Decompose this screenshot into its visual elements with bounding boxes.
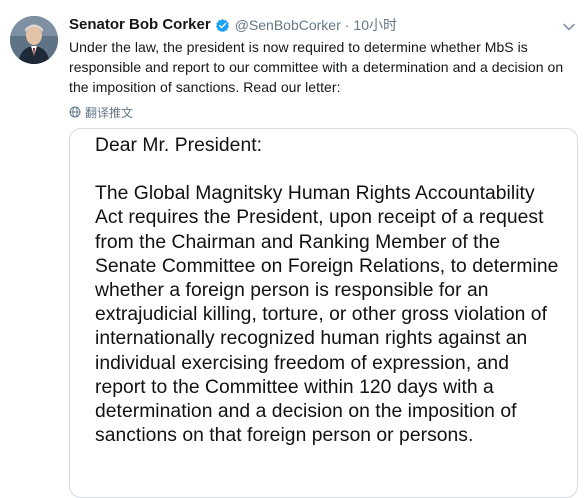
letter-salutation: Dear Mr. President: (95, 135, 263, 156)
separator-dot: · (344, 17, 350, 33)
chevron-down-icon[interactable] (562, 22, 576, 32)
tweet-text: Under the law, the president is now requ… (69, 39, 564, 95)
avatar[interactable] (10, 16, 58, 64)
globe-icon (69, 106, 81, 118)
tweet-header: Senator Bob Corker @SenBobCorker · 10小时 (69, 14, 397, 36)
attached-letter-image[interactable]: Dear Mr. President: The Global Magnitsky… (69, 128, 578, 498)
letter-body: The Global Magnitsky Human Rights Accoun… (95, 183, 559, 447)
timestamp[interactable]: 10小时 (353, 14, 397, 36)
letter: Dear Mr. President: The Global Magnitsky… (95, 134, 565, 448)
user-handle[interactable]: @SenBobCorker (235, 14, 341, 36)
display-name[interactable]: Senator Bob Corker (69, 14, 211, 36)
translate-label: 翻译推文 (85, 105, 134, 120)
verified-badge-icon (215, 18, 230, 33)
tweet: Senator Bob Corker @SenBobCorker · 10小时 … (0, 0, 588, 498)
translate-tweet-link[interactable]: 翻译推文 (69, 103, 133, 121)
